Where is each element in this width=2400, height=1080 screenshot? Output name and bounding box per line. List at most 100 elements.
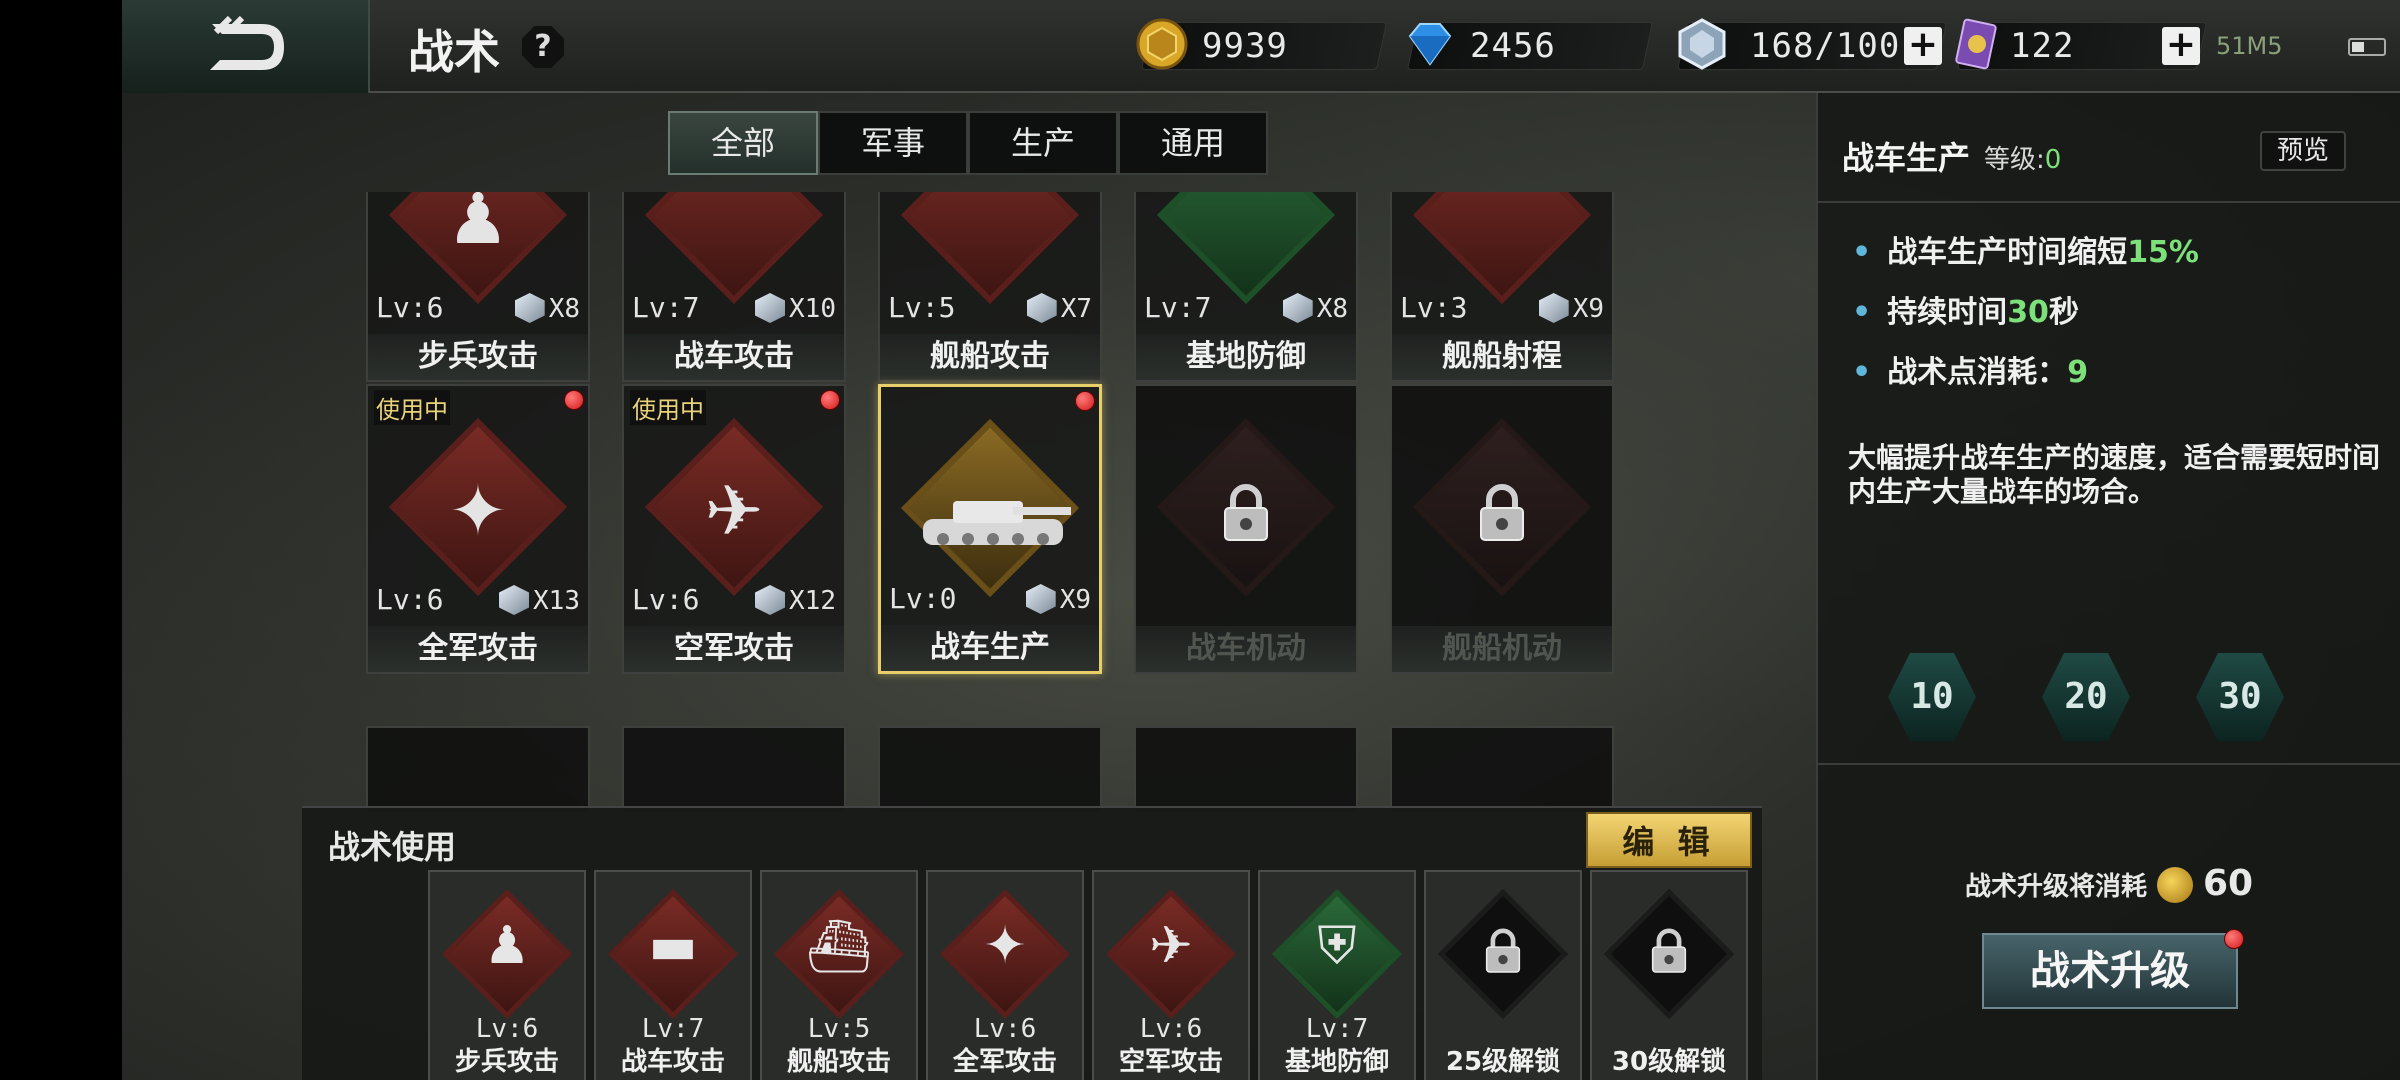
slot-name: 战车攻击 xyxy=(620,1047,725,1077)
tab-all[interactable]: 全部 xyxy=(668,111,818,175)
tab-military[interactable]: 军事 xyxy=(818,111,968,175)
top-bar: 战术 ? 9939 2456 168/100 + 122 + 51M5 xyxy=(122,0,2400,93)
tactic-slot[interactable]: ⛴ Lv:5 舰船攻击 xyxy=(760,870,918,1080)
gold-coin-icon xyxy=(1136,18,1188,70)
level-value: 0 xyxy=(2044,145,2062,175)
crystal-icon xyxy=(499,585,530,615)
tactic-grid: ♟ Lv:6 X8 步兵攻击 Lv:7 X10 战车攻击 Lv:5 X7 舰船攻… xyxy=(122,192,1822,812)
card-cost-value: X9 xyxy=(1059,585,1091,615)
card-cost: X8 xyxy=(1282,293,1348,324)
tactic-slot-locked[interactable]: 25级解锁 xyxy=(1424,870,1582,1080)
infantry-icon: ♟ xyxy=(446,192,510,260)
crystal-icon xyxy=(755,585,786,615)
milestone-10[interactable]: 10 xyxy=(1888,653,1976,741)
level-label: 等级: xyxy=(1984,145,2045,175)
diamond-icon xyxy=(1408,23,1452,66)
duration-line: 持续时间30秒 xyxy=(1852,287,2079,331)
card-cost: X10 xyxy=(755,293,836,324)
game-screen: 战术 ? 9939 2456 168/100 + 122 + 51M5 全部 军… xyxy=(122,0,2400,1080)
tab-production[interactable]: 生产 xyxy=(968,111,1118,175)
in-use-badge: 使用中 xyxy=(374,390,450,425)
milestone-30[interactable]: 30 xyxy=(2196,653,2284,741)
card-cost-value: X8 xyxy=(1316,294,1348,324)
tactic-card[interactable]: Lv:5 X7 舰船攻击 xyxy=(878,192,1102,382)
tactic-slot[interactable]: ▬ Lv:7 战车攻击 xyxy=(594,870,752,1080)
card-cost: X12 xyxy=(755,585,836,616)
notification-dot xyxy=(564,390,584,410)
soldier-icon: ✦ xyxy=(448,470,508,552)
page-title: 战术 xyxy=(408,25,500,79)
tactic-usage-dock: 战术使用 编 辑 ♟ Lv:6 步兵攻击 ▬ Lv:7 战车攻击 ⛴ Lv:5 … xyxy=(302,806,1762,1080)
card-icon xyxy=(1955,18,1997,70)
lock-icon xyxy=(1485,928,1521,973)
tactic-emblem xyxy=(1412,192,1592,305)
slot-level: Lv:5 xyxy=(807,1014,871,1044)
notification-dot xyxy=(1075,391,1095,411)
tactic-card[interactable]: ♟ Lv:6 X8 步兵攻击 xyxy=(366,192,590,382)
network-speed: 51M5 xyxy=(2216,32,2283,60)
tactic-card[interactable]: ✦ 使用中 Lv:6 X13 全军攻击 xyxy=(366,384,590,674)
card-name: 空军攻击 xyxy=(624,626,844,672)
tactic-slot-locked[interactable]: 30级解锁 xyxy=(1590,870,1748,1080)
preview-button[interactable]: 预览 xyxy=(2260,131,2346,171)
tactic-card[interactable]: ✈ 使用中 Lv:6 X12 空军攻击 xyxy=(622,384,846,674)
tactic-card[interactable]: Lv:7 X10 战车攻击 xyxy=(622,192,846,382)
slot-level: Lv:6 xyxy=(475,1014,539,1044)
upgrade-cost-value: 60 xyxy=(2202,863,2254,904)
slot-level: Lv:6 xyxy=(1139,1014,1203,1044)
card-name: 舰船机动 xyxy=(1392,626,1612,672)
tactic-card-locked[interactable]: 舰船机动 xyxy=(1390,384,1614,674)
duration-label: 持续时间 xyxy=(1887,295,2008,330)
in-use-badge: 使用中 xyxy=(630,390,706,425)
tab-general[interactable]: 通用 xyxy=(1118,111,1268,175)
card-cost: X8 xyxy=(514,293,580,324)
notification-dot xyxy=(820,390,840,410)
card-cost: X9 xyxy=(1538,293,1604,324)
tactic-slot[interactable]: ⛨ Lv:7 基地防御 xyxy=(1258,870,1416,1080)
tactic-slot[interactable]: ♟ Lv:6 步兵攻击 xyxy=(428,870,586,1080)
card-cost-value: X8 xyxy=(548,294,580,324)
infantry-icon: ♟ xyxy=(483,916,531,976)
effect-line: 战车生产时间缩短15% xyxy=(1852,227,2199,271)
card-cost-value: X13 xyxy=(533,586,580,616)
tactic-card[interactable] xyxy=(1390,726,1614,812)
duration-value: 30 xyxy=(2007,295,2049,330)
tactic-slot[interactable]: ✦ Lv:6 全军攻击 xyxy=(926,870,1084,1080)
category-tabs: 全部 军事 生产 通用 xyxy=(668,111,1268,175)
add-card-button[interactable]: + xyxy=(2162,27,2200,65)
upgrade-button[interactable]: 战术升级 xyxy=(1982,929,2244,1009)
add-crystal-button[interactable]: + xyxy=(1904,27,1942,65)
tactic-card[interactable]: Lv:7 X8 基地防御 xyxy=(1134,192,1358,382)
effect-label: 战车生产时间缩短 xyxy=(1887,235,2128,270)
card-cost: X13 xyxy=(499,585,580,616)
card-cost-value: X7 xyxy=(1060,294,1092,324)
tank-icon: ▬ xyxy=(648,916,698,976)
tactic-slot[interactable]: ✈ Lv:6 空军攻击 xyxy=(1092,870,1250,1080)
tactic-card-locked[interactable]: 战车机动 xyxy=(1134,384,1358,674)
back-button[interactable] xyxy=(122,0,370,93)
tank-icon xyxy=(923,501,1071,545)
panel-divider xyxy=(1818,763,2400,765)
tactic-card-selected[interactable]: Lv:0 X9 战车生产 xyxy=(878,384,1102,674)
card-name: 全军攻击 xyxy=(368,626,588,672)
card-level: Lv:6 xyxy=(376,583,444,616)
card-level: Lv:7 xyxy=(632,291,700,324)
slot-name: 基地防御 xyxy=(1284,1047,1389,1077)
back-arrow-icon xyxy=(210,16,284,70)
milestone-20[interactable]: 20 xyxy=(2042,653,2130,741)
duration-unit: 秒 xyxy=(2048,295,2079,330)
tactic-emblem xyxy=(1156,192,1336,305)
tactic-card[interactable] xyxy=(366,726,590,812)
edit-button[interactable]: 编 辑 xyxy=(1586,812,1752,868)
tactic-card[interactable] xyxy=(1134,726,1358,812)
cost-label: 战术点消耗： xyxy=(1887,355,2068,390)
lock-icon xyxy=(1224,484,1268,541)
card-value: 122 xyxy=(2010,26,2075,66)
slot-name: 步兵攻击 xyxy=(454,1047,559,1077)
effect-value: 15% xyxy=(2127,235,2199,270)
card-name: 舰船射程 xyxy=(1392,334,1612,380)
tactic-card[interactable]: Lv:3 X9 舰船射程 xyxy=(1390,192,1614,382)
tactic-card[interactable] xyxy=(622,726,846,812)
tactic-card[interactable] xyxy=(878,726,1102,812)
help-icon[interactable]: ? xyxy=(522,26,564,68)
